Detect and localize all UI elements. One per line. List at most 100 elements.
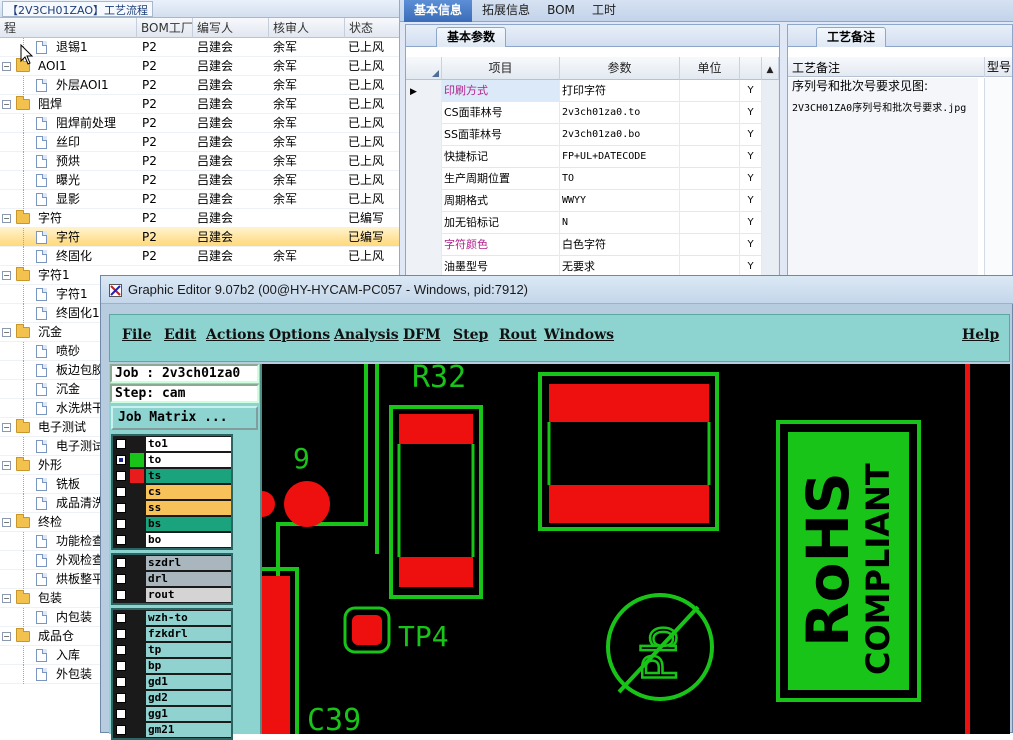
params-row[interactable]: 加无铅标记 N Y [406,212,779,234]
layer-checkbox[interactable] [116,725,126,735]
collapse-toggle-icon[interactable]: − [2,461,11,470]
column-status[interactable]: 状态 [345,18,399,38]
layer-checkbox[interactable] [116,629,126,639]
column-item[interactable]: 项目 [442,57,560,80]
param-item-cell[interactable]: 加无铅标记 [442,212,560,234]
layer-color-swatch[interactable] [130,501,144,515]
layer-color-swatch[interactable] [130,453,144,467]
menu-options[interactable]: Options [269,327,330,343]
scrollbar-track[interactable] [762,212,779,234]
param-unit-cell[interactable] [680,212,740,234]
param-required-cell[interactable]: Y [740,102,762,124]
param-required-cell[interactable]: Y [740,168,762,190]
param-value-cell[interactable]: FP+UL+DATECODE [560,146,680,168]
tree-folder-row[interactable]: − AOI1 P2 吕建会 余军 已上风 [0,57,399,76]
row-header[interactable] [406,234,442,256]
params-row[interactable]: 周期格式 WWYY Y [406,190,779,212]
menu-help[interactable]: Help [962,327,999,343]
layer-row[interactable]: tp [113,642,231,658]
collapse-toggle-icon[interactable]: − [2,632,11,641]
column-unit[interactable]: 单位 [680,57,740,80]
params-row[interactable]: 快捷标记 FP+UL+DATECODE Y [406,146,779,168]
param-unit-cell[interactable] [680,80,740,102]
layer-name[interactable]: wzh-to [146,611,231,625]
menu-step[interactable]: Step [453,327,488,343]
row-header[interactable] [406,146,442,168]
column-reviewer[interactable]: 核审人 [269,18,345,38]
tree-item-row[interactable]: 终固化 P2 吕建会 余军 已上风 [0,247,399,266]
window-title-bar[interactable]: Graphic Editor 9.07b2 (00@HY-HYCAM-PC057… [101,276,1013,304]
param-required-cell[interactable]: Y [740,212,762,234]
params-row[interactable]: SS面菲林号 2v3ch01za0.bo Y [406,124,779,146]
layer-color-swatch[interactable] [130,611,144,625]
collapse-toggle-icon[interactable]: − [2,423,11,432]
param-item-cell[interactable]: SS面菲林号 [442,124,560,146]
column-param[interactable]: 参数 [560,57,680,80]
layer-name[interactable]: bp [146,659,231,673]
param-value-cell[interactable]: TO [560,168,680,190]
layer-color-swatch[interactable] [130,643,144,657]
param-required-cell[interactable]: Y [740,124,762,146]
tab-work-hours[interactable]: 工时 [584,0,624,22]
param-item-cell[interactable]: 字符颜色 [442,234,560,256]
layer-color-swatch[interactable] [130,707,144,721]
param-item-cell[interactable]: CS面菲林号 [442,102,560,124]
params-row[interactable]: 生产周期位置 TO Y [406,168,779,190]
layer-color-swatch[interactable] [130,723,144,737]
tree-item-row[interactable]: 外层AOI1 P2 吕建会 余军 已上风 [0,76,399,95]
layer-row[interactable]: gd2 [113,690,231,706]
remark-column[interactable]: 工艺备注 [792,59,840,76]
process-flow-tab[interactable]: 【2V3CH01ZAO】工艺流程 [2,1,153,17]
layer-color-swatch[interactable] [130,627,144,641]
param-value-cell[interactable]: 2v3ch01za0.bo [560,124,680,146]
layer-color-swatch[interactable] [130,517,144,531]
param-value-cell[interactable]: 2v3ch01za0.to [560,102,680,124]
layer-row[interactable]: ss [113,500,231,516]
scrollbar-track[interactable] [762,234,779,256]
row-header[interactable] [406,102,442,124]
layer-color-swatch[interactable] [130,485,144,499]
layer-name[interactable]: ts [146,469,231,483]
layer-checkbox[interactable] [116,455,126,465]
tree-item-row[interactable]: 丝印 P2 吕建会 余军 已上风 [0,133,399,152]
column-required[interactable] [740,57,762,80]
param-item-cell[interactable]: 印刷方式 [442,80,560,102]
params-row[interactable]: 字符颜色 白色字符 Y [406,234,779,256]
layer-color-swatch[interactable] [130,437,144,451]
layer-name[interactable]: fzkdrl [146,627,231,641]
layer-checkbox[interactable] [116,661,126,671]
layer-row[interactable]: bs [113,516,231,532]
params-row[interactable]: CS面菲林号 2v3ch01za0.to Y [406,102,779,124]
param-required-cell[interactable]: Y [740,80,762,102]
row-indicator-icon[interactable]: ▶ [406,80,442,102]
tree-item-row[interactable]: 阻焊前处理 P2 吕建会 余军 已上风 [0,114,399,133]
pcb-canvas[interactable]: R32 9 TP4 C39 Pb RoHS COMPLIANT [262,364,1010,734]
layer-row[interactable]: bp [113,658,231,674]
scrollbar-track[interactable] [762,102,779,124]
layer-color-swatch[interactable] [130,533,144,547]
layer-row[interactable]: gd1 [113,674,231,690]
param-item-cell[interactable]: 周期格式 [442,190,560,212]
menu-analysis[interactable]: Analysis [334,327,399,343]
tab-basic-params[interactable]: 基本参数 [436,27,507,47]
layer-color-swatch[interactable] [130,572,144,586]
row-header[interactable] [406,168,442,190]
layer-checkbox[interactable] [116,519,126,529]
menu-edit[interactable]: Edit [164,327,196,343]
layer-color-swatch[interactable] [130,675,144,689]
layer-name[interactable]: bs [146,517,231,531]
collapse-toggle-icon[interactable]: − [2,271,11,280]
layer-checkbox[interactable] [116,439,126,449]
collapse-toggle-icon[interactable]: − [2,328,11,337]
param-required-cell[interactable]: Y [740,146,762,168]
layer-color-swatch[interactable] [130,691,144,705]
param-unit-cell[interactable] [680,190,740,212]
layer-row[interactable]: gg1 [113,706,231,722]
layer-checkbox[interactable] [116,503,126,513]
layer-color-swatch[interactable] [130,469,144,483]
layer-row[interactable]: gm21 [113,722,231,738]
tab-extended-info[interactable]: 拓展信息 [474,0,538,22]
layer-checkbox[interactable] [116,535,126,545]
collapse-toggle-icon[interactable]: − [2,100,11,109]
layer-row[interactable]: wzh-to [113,610,231,626]
